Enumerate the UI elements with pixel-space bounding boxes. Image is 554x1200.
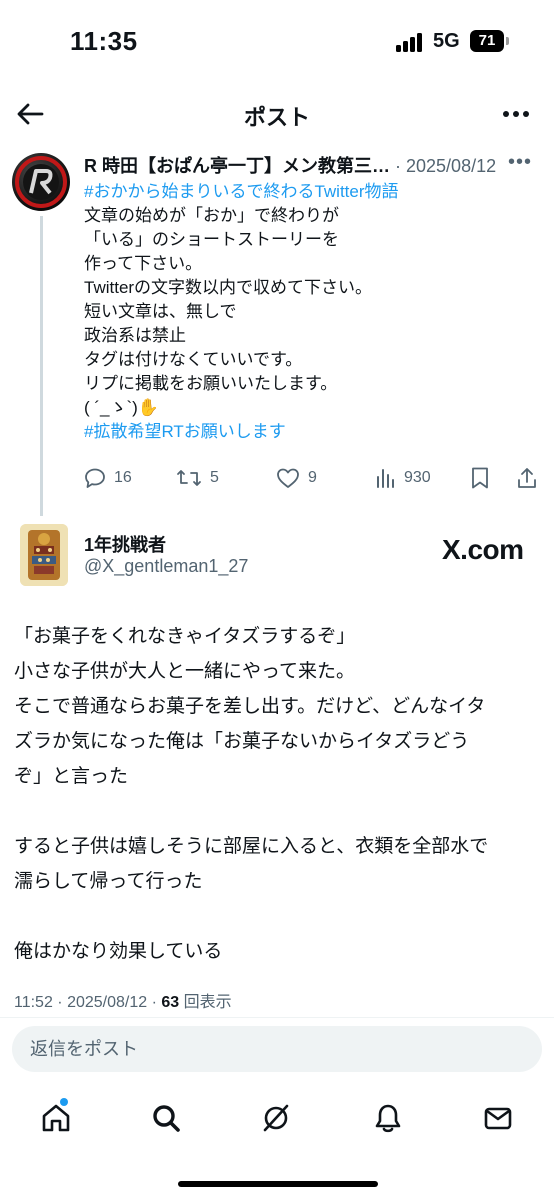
post-line: ぞ」と言った	[14, 766, 129, 787]
tab-messages[interactable]	[468, 1090, 528, 1146]
bell-icon	[375, 1104, 401, 1133]
like-button[interactable]: 9	[276, 464, 317, 492]
views-button[interactable]: 930	[374, 464, 431, 492]
xcom-logo: X.com	[442, 534, 524, 565]
view-label: 回表示	[179, 994, 232, 1011]
post-line: そこで普通ならお菓子を差し出す。だけど、どんなイタ	[14, 696, 486, 717]
repost-button[interactable]: 5	[176, 464, 219, 492]
bottom-tab-bar	[0, 1090, 554, 1146]
share-button[interactable]	[516, 464, 538, 492]
home-icon	[42, 1104, 70, 1132]
heart-icon	[277, 468, 299, 488]
views-count: 930	[404, 469, 431, 486]
post-line: リプに掲載をお願いいたします。	[84, 374, 338, 393]
notification-dot	[60, 1098, 68, 1106]
thread-line	[40, 216, 43, 516]
status-bar: 11:35 5G 71	[0, 0, 554, 80]
hashtag-link[interactable]: #拡散希望RTお願いします	[84, 420, 534, 444]
more-options-button[interactable]	[494, 94, 538, 134]
post-line: すると子供は嬉しそうに部屋に入ると、衣類を全部水で	[14, 836, 489, 857]
post-line: 「いる」のショートストーリーを	[84, 230, 339, 249]
post-line: ( ´_ゝ`)✋	[84, 398, 159, 417]
reply-author-handle[interactable]: @X_gentleman1_27	[84, 556, 248, 577]
page-title: ポスト	[243, 105, 310, 130]
battery-icon: 71	[470, 30, 504, 52]
original-author-name[interactable]: R 時田【おぱん亭一丁】メン教第三…	[84, 156, 390, 176]
reply-count: 16	[114, 469, 132, 486]
hashtag-link[interactable]: #おかから始まりいるで終わるTwitter物語	[84, 180, 534, 204]
post-timestamp: 11:52 · 2025/08/12 ·	[14, 994, 162, 1011]
reply-author-name[interactable]: 1年挑戦者	[84, 531, 166, 557]
reply-icon	[85, 468, 105, 488]
share-icon	[518, 468, 536, 488]
like-count: 9	[308, 469, 317, 486]
bookmark-icon	[472, 467, 488, 489]
divider	[0, 1017, 554, 1018]
original-post-date: · 2025/08/12	[395, 156, 497, 176]
home-indicator[interactable]	[178, 1181, 378, 1187]
original-author-avatar[interactable]	[12, 153, 70, 211]
post-line: ズラか気になった俺は「お菓子ないからイタズラどう	[14, 731, 470, 752]
avatar-artwork-icon	[20, 524, 68, 586]
bookmark-button[interactable]	[470, 464, 490, 492]
tab-home[interactable]	[26, 1090, 86, 1146]
mail-icon	[484, 1107, 512, 1130]
post-line: 小さな子供が大人と一緒にやって来た。	[14, 661, 356, 682]
status-time: 11:35	[70, 26, 138, 56]
post-line: Twitterの文字数以内で収めて下さい。	[84, 278, 373, 297]
reply-author-avatar[interactable]	[20, 524, 68, 586]
post-line: 作って下さい。	[84, 254, 203, 273]
post-line: タグは付けなくていいです。	[84, 350, 303, 369]
repost-count: 5	[210, 469, 219, 486]
post-line: 文章の始めが「おか」で終わりが	[84, 206, 339, 225]
network-type: 5G	[433, 30, 460, 52]
tab-notifications[interactable]	[358, 1090, 418, 1146]
tab-grok[interactable]	[246, 1090, 306, 1146]
cellular-signal-icon	[396, 32, 426, 52]
repost-icon	[177, 470, 201, 486]
battery-cap	[506, 37, 509, 45]
original-post-more-button[interactable]: •••	[508, 152, 540, 174]
post-line: 濡らして帰って行った	[14, 871, 203, 892]
post-line: 政治系は禁止	[84, 326, 186, 345]
reply-post-text: 「お菓子をくれなきゃイタズラするぞ」 小さな子供が大人と一緒にやって来た。 そこ…	[14, 619, 544, 969]
reply-button[interactable]: 16	[84, 464, 132, 492]
search-icon	[153, 1105, 180, 1132]
grok-icon	[263, 1104, 289, 1132]
reply-input[interactable]: 返信をポスト	[12, 1026, 542, 1072]
post-line: 短い文章は、無しで	[84, 302, 237, 321]
post-actions: 16 5 9 930	[84, 464, 544, 492]
more-icon	[503, 111, 529, 117]
nav-header: ポスト	[0, 84, 554, 144]
post-line: 俺はかなり効果している	[14, 941, 223, 962]
view-count[interactable]: 63	[161, 994, 179, 1011]
original-post-text: #おかから始まりいるで終わるTwitter物語 文章の始めが「おか」で終わりが …	[84, 180, 534, 444]
avatar-logo-icon	[15, 156, 67, 208]
original-post-header: R 時田【おぱん亭一丁】メン教第三… · 2025/08/12	[84, 152, 544, 176]
post-line: 「お菓子をくれなきゃイタズラするぞ」	[14, 626, 356, 647]
views-chart-icon	[377, 469, 394, 488]
post-meta: 11:52 · 2025/08/12 · 63 回表示	[14, 988, 232, 1012]
tab-search[interactable]	[136, 1090, 196, 1146]
